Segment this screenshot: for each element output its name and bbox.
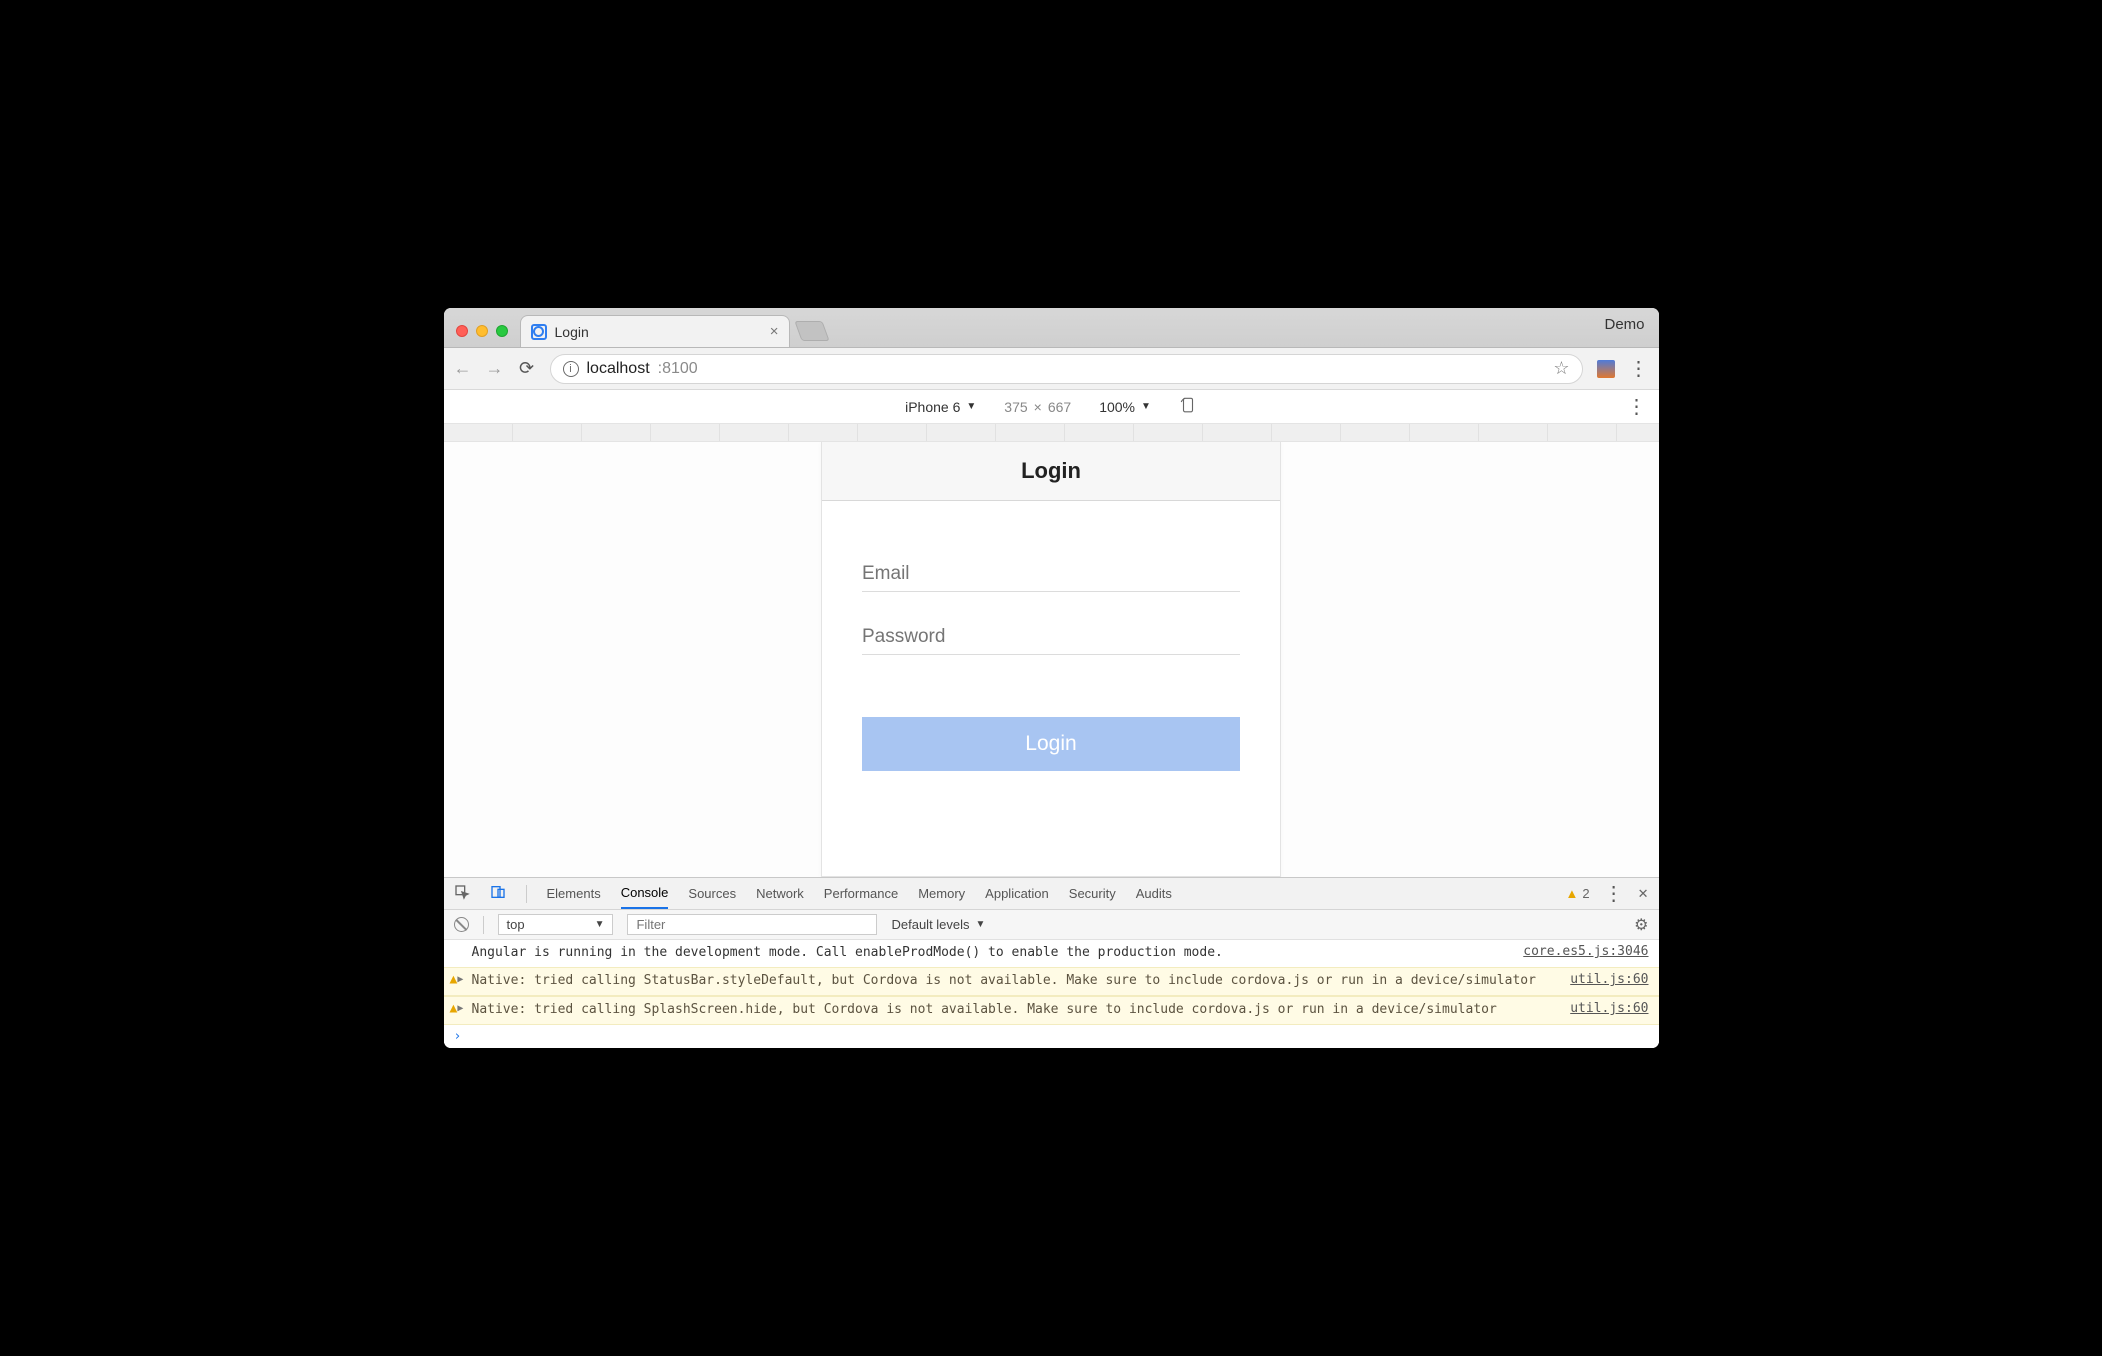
log-source-link[interactable]: util.js:60 [1570, 972, 1648, 987]
viewport-height[interactable]: 667 [1048, 399, 1071, 415]
filter-input[interactable] [627, 914, 877, 935]
log-message: Angular is running in the development mo… [472, 944, 1504, 963]
log-row: ▲▶ Native: tried calling StatusBar.style… [444, 967, 1659, 996]
warning-badge[interactable]: ▲ 2 [1565, 886, 1589, 901]
chevron-down-icon: ▼ [595, 919, 605, 930]
devtools-menu-button[interactable]: ⋮ [1604, 884, 1624, 904]
extension-icon[interactable] [1597, 360, 1615, 378]
tab-sources[interactable]: Sources [688, 879, 736, 908]
minimize-window-button[interactable] [476, 325, 488, 337]
viewport-area: Login Login [444, 442, 1659, 877]
reload-button[interactable]: ⟳ [518, 358, 536, 379]
password-field[interactable] [862, 620, 1240, 655]
context-value: top [507, 917, 525, 932]
url-input[interactable]: i localhost :8100 ☆ [550, 354, 1583, 384]
address-bar: ← → ⟳ i localhost :8100 ☆ ⋮ [444, 348, 1659, 390]
warning-icon: ▲ [450, 972, 458, 987]
browser-tab[interactable]: Login × [520, 315, 790, 347]
clear-console-icon[interactable] [454, 917, 469, 932]
warning-count: 2 [1582, 886, 1589, 901]
window-controls [444, 325, 520, 347]
log-source-link[interactable]: util.js:60 [1570, 1001, 1648, 1016]
gear-icon[interactable]: ⚙ [1634, 915, 1648, 935]
login-form: Login [822, 501, 1280, 795]
zoom-selector[interactable]: 100% ▼ [1099, 399, 1151, 415]
tab-audits[interactable]: Audits [1136, 879, 1172, 908]
new-tab-button[interactable] [794, 321, 829, 341]
zoom-value: 100% [1099, 399, 1135, 415]
chevron-down-icon: ▼ [966, 401, 976, 412]
favicon-icon [531, 324, 547, 340]
log-row: ▲▶ Native: tried calling SplashScreen.hi… [444, 996, 1659, 1025]
demo-label: Demo [1604, 316, 1644, 333]
browser-window: Login × Demo ← → ⟳ i localhost:8100 ☆ ⋮ … [444, 308, 1659, 1048]
separator [483, 916, 484, 934]
log-message: Native: tried calling SplashScreen.hide,… [472, 1001, 1551, 1020]
tab-performance[interactable]: Performance [824, 879, 898, 908]
device-mode-icon[interactable] [490, 884, 506, 903]
log-level-value: Default levels [891, 917, 969, 932]
tab-console[interactable]: Console [621, 878, 669, 909]
url-port: :8100 [658, 360, 698, 378]
tab-security[interactable]: Security [1069, 879, 1116, 908]
separator [526, 885, 527, 903]
log-message: Native: tried calling StatusBar.styleDef… [472, 972, 1551, 991]
log-source-link[interactable]: core.es5.js:3046 [1523, 944, 1648, 959]
ruler [444, 424, 1659, 442]
inspect-element-icon[interactable] [454, 884, 470, 903]
close-tab-button[interactable]: × [770, 323, 779, 340]
viewport-width[interactable]: 375 [1004, 399, 1027, 415]
chevron-down-icon: ▼ [976, 919, 986, 930]
url-host: localhost [587, 360, 650, 378]
simulated-device: Login Login [821, 442, 1281, 877]
login-button[interactable]: Login [862, 717, 1240, 771]
maximize-window-button[interactable] [496, 325, 508, 337]
close-devtools-button[interactable]: ✕ [1638, 886, 1649, 902]
console-prompt[interactable]: › [444, 1025, 1659, 1048]
rotate-icon[interactable] [1179, 396, 1197, 417]
log-level-selector[interactable]: Default levels ▼ [891, 917, 985, 932]
bookmark-star-icon[interactable]: ☆ [1553, 358, 1569, 379]
warning-icon: ▲ [450, 1001, 458, 1016]
page-title: Login [822, 442, 1280, 501]
warning-icon: ▲ [1565, 886, 1578, 901]
tab-title: Login [555, 324, 589, 340]
device-name: iPhone 6 [905, 399, 960, 415]
tab-network[interactable]: Network [756, 879, 804, 908]
console-output: Angular is running in the development mo… [444, 940, 1659, 1048]
tab-bar: Login × Demo [444, 308, 1659, 348]
site-info-icon[interactable]: i [563, 361, 579, 377]
email-field[interactable] [862, 557, 1240, 592]
console-toolbar: top ▼ Default levels ▼ ⚙ [444, 910, 1659, 940]
browser-menu-button[interactable]: ⋮ [1629, 359, 1649, 379]
back-button[interactable]: ← [454, 358, 472, 379]
devtools-tab-bar: Elements Console Sources Network Perform… [444, 878, 1659, 910]
close-window-button[interactable] [456, 325, 468, 337]
expand-icon[interactable]: ▶ [457, 974, 463, 985]
viewport-dimensions: 375 × 667 [1004, 399, 1071, 415]
forward-button[interactable]: → [486, 358, 504, 379]
tab-application[interactable]: Application [985, 879, 1049, 908]
expand-icon[interactable]: ▶ [457, 1003, 463, 1014]
device-toolbar: iPhone 6 ▼ 375 × 667 100% ▼ ⋮ [444, 390, 1659, 424]
device-selector[interactable]: iPhone 6 ▼ [905, 399, 976, 415]
tab-elements[interactable]: Elements [547, 879, 601, 908]
devtools-panel: Elements Console Sources Network Perform… [444, 877, 1659, 1048]
context-selector[interactable]: top ▼ [498, 914, 614, 935]
log-row: Angular is running in the development mo… [444, 940, 1659, 967]
tab-memory[interactable]: Memory [918, 879, 965, 908]
device-toolbar-menu[interactable]: ⋮ [1627, 397, 1647, 417]
times-symbol: × [1034, 399, 1042, 415]
chevron-down-icon: ▼ [1141, 401, 1151, 412]
